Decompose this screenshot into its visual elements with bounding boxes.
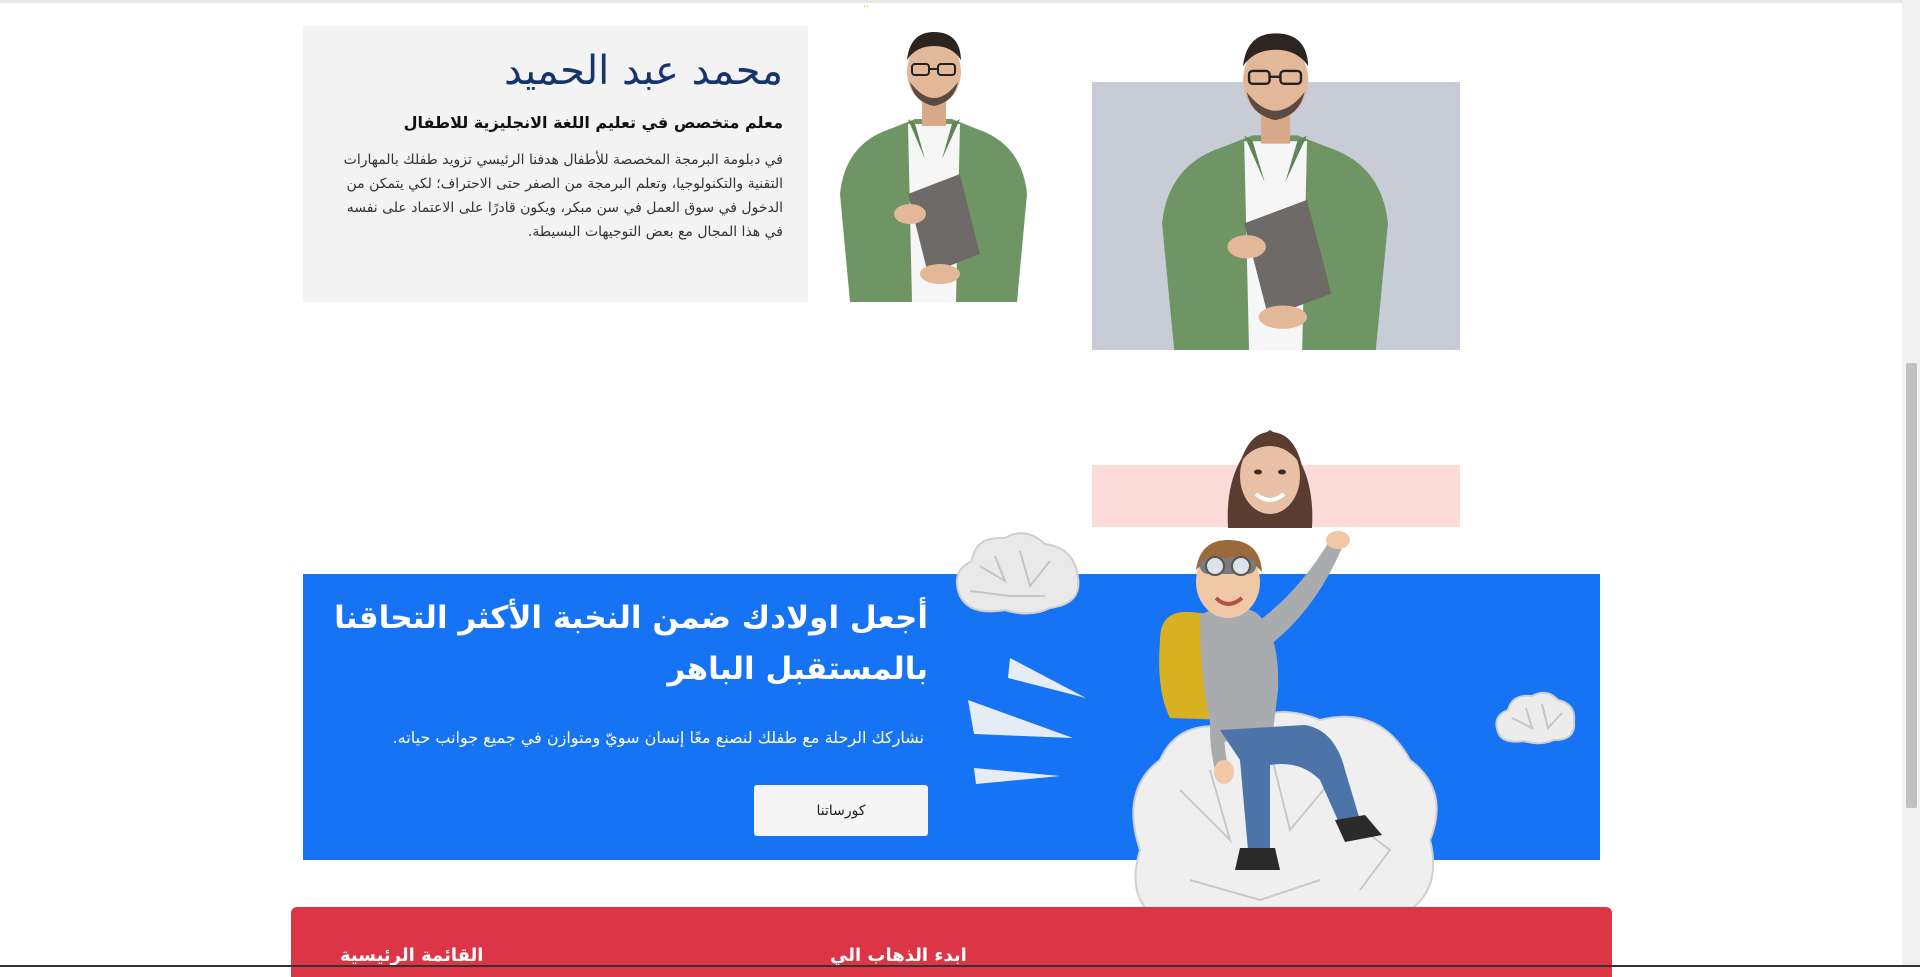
person-photo-icon bbox=[1162, 33, 1388, 350]
footer-heading-main-menu: القائمة الرئيسية bbox=[340, 945, 484, 966]
instructor-card: محمد عبد الحميد معلم متخصص في تعليم اللغ… bbox=[303, 26, 808, 302]
boy-on-cloud-illustration bbox=[1120, 520, 1460, 960]
instructor-photo-large bbox=[1150, 24, 1400, 350]
cloud-icon bbox=[950, 526, 1082, 616]
cta-title: أجعل اولادك ضمن النخبة الأكثر التحاقنا ب… bbox=[334, 600, 928, 687]
instructor-role: معلم متخصص في تعليم اللغة الانجليزية للا… bbox=[403, 113, 783, 132]
instructor-bio: في دبلومة البرمجة المخصصة للأطفال هدفنا … bbox=[343, 152, 783, 240]
instructor-photo bbox=[830, 24, 1037, 302]
cloud-icon bbox=[1492, 688, 1578, 746]
top-border bbox=[0, 0, 1920, 3]
person-photo-icon bbox=[830, 24, 1037, 302]
cta-subtitle: نشاركك الرحلة مع طفلك لنصنع معًا إنسان س… bbox=[392, 728, 924, 747]
scrollbar-thumb[interactable] bbox=[1906, 363, 1917, 808]
woman-photo bbox=[1210, 418, 1330, 528]
woman-photo-icon bbox=[1227, 430, 1313, 528]
instructor-name: محمد عبد الحميد bbox=[503, 48, 783, 94]
courses-button[interactable]: كورساتنا bbox=[754, 785, 928, 836]
loader-dots-icon: .. bbox=[863, 0, 870, 10]
footer-heading-second: ابدء الذهاب الي bbox=[830, 945, 967, 966]
paper-plane-icon bbox=[968, 658, 1088, 788]
